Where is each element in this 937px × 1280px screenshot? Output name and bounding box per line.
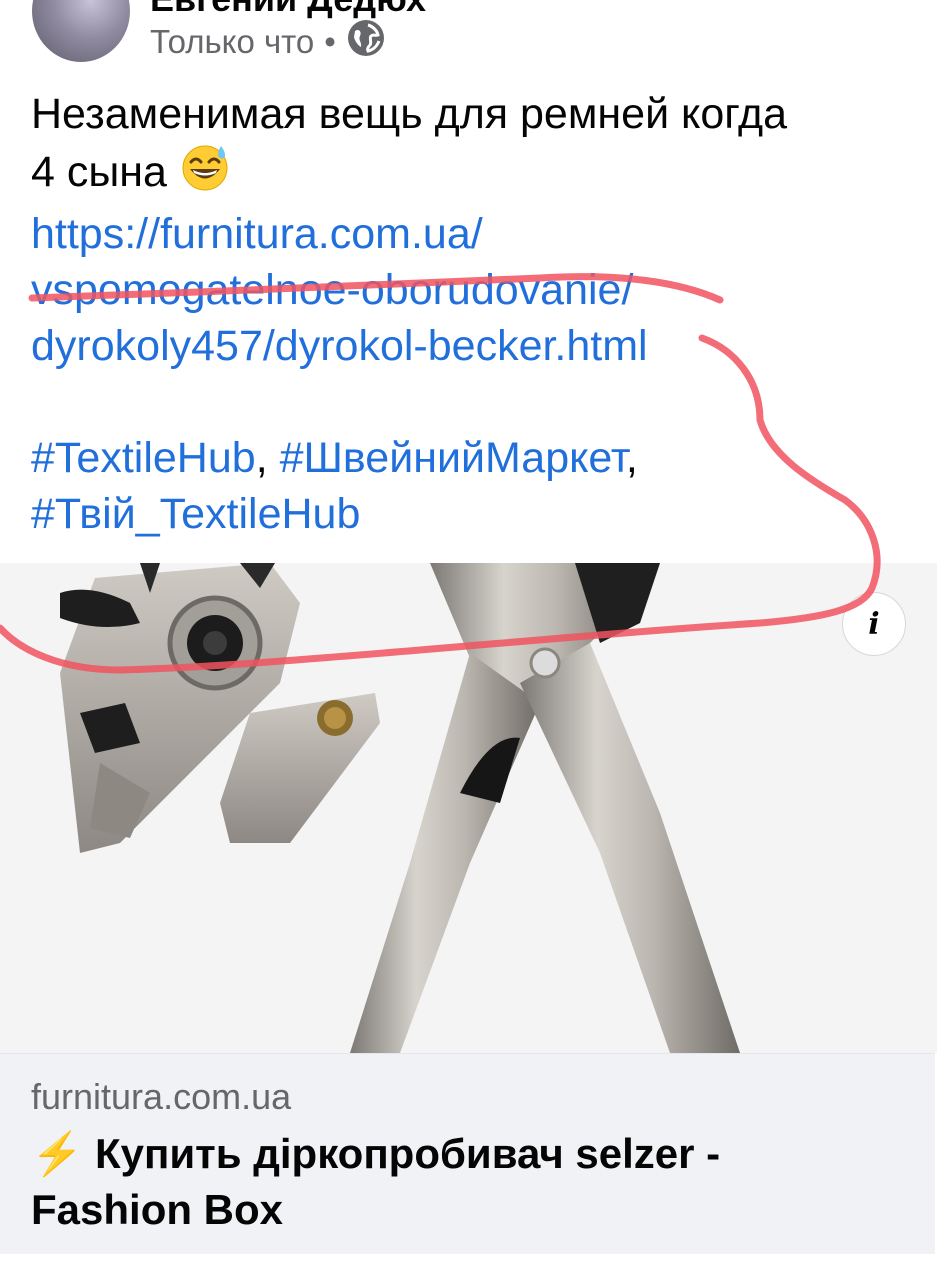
link-preview-domain: furnitura.com.ua bbox=[31, 1076, 292, 1117]
post-text-line-2: 4 сына bbox=[31, 142, 911, 206]
post-body: Незаменимая вещь для ремней когда 4 сына… bbox=[31, 86, 911, 542]
lightning-icon: ⚡ bbox=[31, 1130, 84, 1177]
post-link-line3[interactable]: dyrokoly457/dyrokol-becker.html bbox=[31, 318, 911, 374]
hashtags-line1: #TextileHub, #ШвейнийМаркет, bbox=[31, 430, 911, 486]
hole-punch-pliers-image bbox=[0, 563, 937, 1053]
hashtag-tviy-textilehub[interactable]: #Твій_TextileHub bbox=[31, 490, 360, 538]
author-avatar[interactable] bbox=[32, 0, 130, 62]
post-link-line1[interactable]: https://furnitura.com.ua/ bbox=[31, 206, 911, 262]
info-button[interactable]: i bbox=[842, 592, 906, 656]
meta-separator: • bbox=[324, 23, 336, 60]
hashtag-separator: , bbox=[625, 434, 638, 482]
hashtags-line2: #Твій_TextileHub bbox=[31, 486, 911, 542]
link-preview-card[interactable]: furnitura.com.ua ⚡ Купить діркопробивач … bbox=[0, 1053, 935, 1254]
post-timestamp[interactable]: Только что bbox=[150, 23, 314, 61]
hashtag-shveiniy-market[interactable]: #ШвейнийМаркет bbox=[280, 434, 626, 482]
post-link-line2[interactable]: vspomogatelnoe-oborudovanie/ bbox=[31, 262, 911, 318]
post-text-fragment: 4 сына bbox=[31, 148, 167, 196]
post-meta: Только что • bbox=[150, 20, 386, 62]
link-preview-image[interactable] bbox=[0, 563, 937, 1053]
author-name[interactable]: Евгений Дедюх bbox=[150, 0, 426, 20]
link-preview-title-text: Купить діркопробивач selzer - Fashion Bo… bbox=[31, 1130, 721, 1233]
post-text-line: Незаменимая вещь для ремней когда bbox=[31, 90, 788, 138]
hashtag-textilehub[interactable]: #TextileHub bbox=[31, 434, 256, 482]
info-icon: i bbox=[868, 606, 880, 642]
globe-icon[interactable] bbox=[346, 18, 386, 66]
sweat-smile-emoji-icon bbox=[179, 142, 231, 206]
hashtag-separator: , bbox=[255, 434, 268, 482]
link-preview-title: ⚡ Купить діркопробивач selzer - Fashion … bbox=[31, 1126, 891, 1238]
